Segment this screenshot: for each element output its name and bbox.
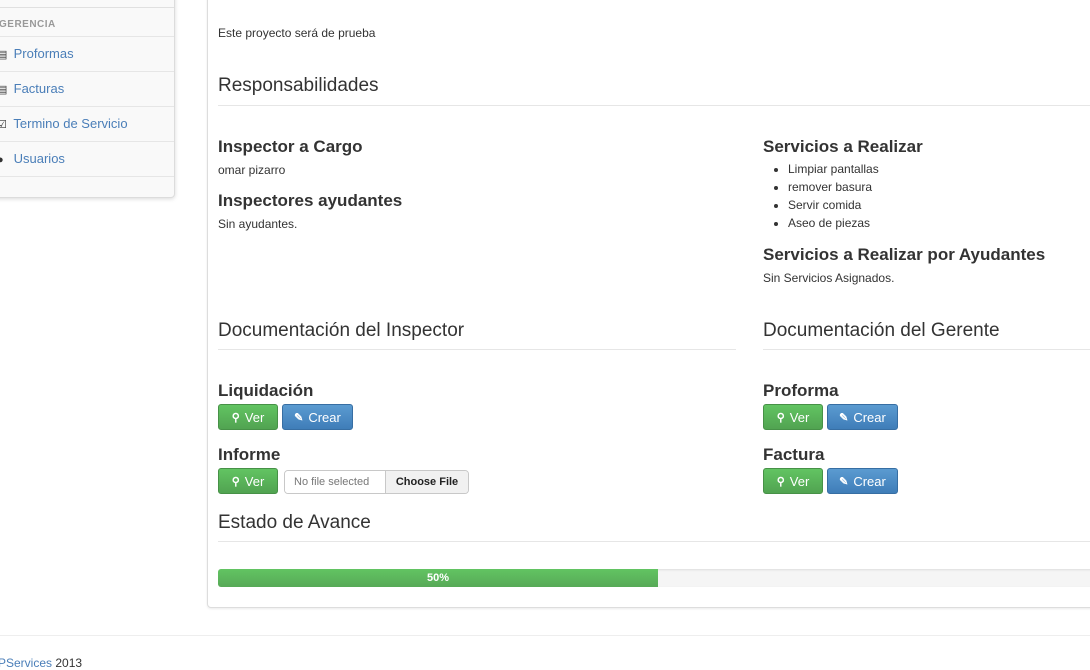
footer-year: 2013 bbox=[55, 656, 83, 670]
proforma-heading: Proforma bbox=[763, 381, 839, 400]
sidebar-item-label[interactable]: Facturas bbox=[14, 81, 65, 96]
list-icon: ▤ bbox=[0, 49, 8, 61]
liquidacion-view-button[interactable]: ⚲ Ver bbox=[218, 404, 278, 430]
services-list: Limpiar pantallas remover basura Servir … bbox=[763, 160, 879, 232]
list-icon: ▤ bbox=[0, 84, 8, 96]
responsibilities-title: Responsabilidades bbox=[218, 75, 379, 96]
services-heading: Servicios a Realizar bbox=[763, 137, 923, 156]
helper-services-value: Sin Servicios Asignados. bbox=[763, 271, 895, 285]
inspector-name: omar pizarro bbox=[218, 163, 286, 177]
button-label: Crear bbox=[853, 409, 886, 425]
helper-services-heading: Servicios a Realizar por Ayudantes bbox=[763, 245, 1046, 264]
factura-view-button[interactable]: ⚲ Ver bbox=[763, 468, 823, 494]
proforma-view-button[interactable]: ⚲ Ver bbox=[763, 404, 823, 430]
button-label: Crear bbox=[308, 409, 341, 425]
proforma-create-button[interactable]: ✎ Crear bbox=[827, 404, 898, 430]
inspector-docs-title: Documentación del Inspector bbox=[218, 320, 465, 341]
divider bbox=[763, 349, 1090, 350]
sidebar: GERENCIA ▤ Proformas ▤ Facturas ☑ Termin… bbox=[0, 0, 175, 198]
factura-heading: Factura bbox=[763, 445, 825, 464]
button-label: Ver bbox=[244, 409, 265, 425]
helpers-heading: Inspectores ayudantes bbox=[218, 191, 403, 210]
progress-bar: 50% bbox=[218, 569, 658, 587]
helpers-value: Sin ayudantes. bbox=[218, 217, 298, 231]
button-label: Crear bbox=[853, 473, 886, 489]
list-item: remover basura bbox=[788, 178, 879, 196]
manager-docs-title: Documentación del Gerente bbox=[763, 320, 1000, 341]
user-icon: ● bbox=[0, 154, 4, 166]
choose-file-button[interactable]: Choose File bbox=[385, 471, 468, 493]
list-item: Servir comida bbox=[788, 196, 879, 214]
button-label: Ver bbox=[244, 473, 265, 489]
check-icon: ☑ bbox=[0, 119, 7, 131]
sidebar-top-divider bbox=[0, 0, 174, 8]
footer-divider bbox=[0, 635, 1090, 636]
edit-icon: ✎ bbox=[839, 475, 849, 488]
footer-brand-link[interactable]: PServices bbox=[0, 656, 52, 670]
progress-title: Estado de Avance bbox=[218, 512, 371, 533]
button-label: Ver bbox=[789, 473, 810, 489]
list-item: Aseo de piezas bbox=[788, 214, 879, 232]
sidebar-section-header: GERENCIA bbox=[0, 8, 174, 37]
sidebar-item-label[interactable]: Termino de Servicio bbox=[13, 116, 127, 131]
footer: PServices 2013 bbox=[0, 656, 82, 670]
sidebar-item-usuarios[interactable]: ● Usuarios bbox=[0, 142, 174, 177]
divider bbox=[218, 105, 1090, 106]
liquidacion-create-button[interactable]: ✎ Crear bbox=[282, 404, 353, 430]
sidebar-item-termino-de-servicio[interactable]: ☑ Termino de Servicio bbox=[0, 107, 174, 142]
list-item: Limpiar pantallas bbox=[788, 160, 879, 178]
inspector-heading: Inspector a Cargo bbox=[218, 137, 363, 156]
factura-create-button[interactable]: ✎ Crear bbox=[827, 468, 898, 494]
sidebar-item-label[interactable]: Proformas bbox=[14, 46, 74, 61]
divider bbox=[218, 541, 1090, 542]
informe-file-input[interactable]: No file selected Choose File bbox=[284, 470, 469, 494]
zoom-in-icon: ⚲ bbox=[231, 475, 240, 488]
zoom-in-icon: ⚲ bbox=[776, 475, 785, 488]
divider bbox=[218, 349, 736, 350]
edit-icon: ✎ bbox=[839, 411, 849, 424]
sidebar-item-label[interactable]: Usuarios bbox=[14, 151, 65, 166]
zoom-in-icon: ⚲ bbox=[231, 411, 240, 424]
project-description: Este proyecto será de prueba bbox=[218, 26, 376, 40]
sidebar-item-proformas[interactable]: ▤ Proformas bbox=[0, 37, 174, 72]
informe-heading: Informe bbox=[218, 445, 281, 464]
button-label: Ver bbox=[789, 409, 810, 425]
progress-track: 50% bbox=[218, 569, 1090, 587]
liquidacion-heading: Liquidación bbox=[218, 381, 314, 400]
informe-view-button[interactable]: ⚲ Ver bbox=[218, 468, 278, 494]
sidebar-item-facturas[interactable]: ▤ Facturas bbox=[0, 72, 174, 107]
edit-icon: ✎ bbox=[294, 411, 304, 424]
file-status-text: No file selected bbox=[285, 471, 385, 493]
zoom-in-icon: ⚲ bbox=[776, 411, 785, 424]
